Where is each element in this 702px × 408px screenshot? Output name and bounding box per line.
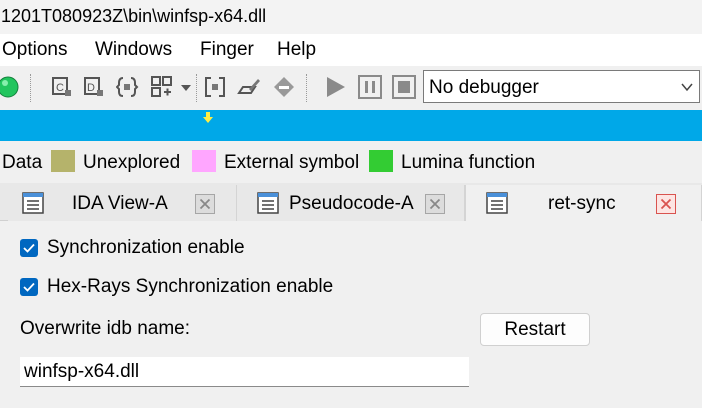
title-bar: 1201T080923Z\bin\winfsp-x64.dll [0,0,702,34]
window-title: 1201T080923Z\bin\winfsp-x64.dll [1,6,267,26]
run-icon[interactable] [323,75,347,99]
menu-help[interactable]: Help [277,39,316,61]
jump-icon[interactable] [272,75,296,99]
toolbar-separator [306,74,308,102]
debugger-select[interactable]: No debugger [423,70,700,103]
close-icon[interactable] [195,194,215,214]
sync-enable-checkbox[interactable] [20,239,38,257]
hexrays-sync-checkbox[interactable] [20,278,38,296]
hexrays-sync-label: Hex-Rays Synchronization enable [47,276,334,297]
listing-window-icon [257,192,279,214]
toolbar-separator [196,74,198,102]
tab-ret-sync[interactable]: ret-sync [465,185,702,221]
code-icon[interactable]: C [50,75,74,99]
data-icon[interactable]: D [82,75,106,99]
legend: Data Unexplored External symbol Lumina f… [0,141,702,183]
debugger-select-value: No debugger [429,77,539,98]
tab-pseudocode-a[interactable]: Pseudocode-A [237,185,465,221]
listing-window-icon [486,192,508,214]
idb-name-input[interactable] [20,357,469,387]
status-light-icon [0,76,19,98]
menu-finger[interactable]: Finger [200,39,254,61]
position-arrow-icon [203,112,213,123]
menu-bar: Options Windows Finger Help [0,34,702,66]
sync-enable-label: Synchronization enable [47,237,245,258]
menu-options[interactable]: Options [2,39,67,61]
tab-strip: IDA View-A Pseudocode-A ret-sync [0,183,702,221]
legend-label-unexplored: Unexplored [83,152,181,173]
undefine-icon[interactable] [203,75,227,99]
chevron-down-icon [681,83,693,92]
overwrite-idb-label: Overwrite idb name: [20,318,191,339]
enum-icon[interactable] [150,75,174,99]
pause-icon[interactable] [358,75,382,99]
menu-windows[interactable]: Windows [95,39,172,61]
rename-icon[interactable] [237,75,261,99]
stop-icon[interactable] [392,75,416,99]
close-icon[interactable] [656,194,676,214]
legend-label-external-symbol: External symbol [224,152,360,173]
legend-swatch-unexplored [51,150,75,172]
toolbar-separator [30,74,32,102]
struct-icon[interactable] [116,75,140,99]
tab-label: IDA View-A [72,193,168,214]
navigation-band[interactable] [0,110,702,141]
tab-label: Pseudocode-A [289,193,414,214]
close-icon[interactable] [425,194,445,214]
restart-button[interactable]: Restart [480,313,590,346]
legend-label-lumina-function: Lumina function [401,152,536,173]
toolbar: C D No debugger [0,66,702,110]
dropdown-arrow-icon[interactable] [178,75,194,99]
ret-sync-panel: Synchronization enable Hex-Rays Synchron… [0,221,702,408]
listing-window-icon [22,192,44,214]
svg-text:C: C [56,82,64,94]
tab-label: ret-sync [548,193,616,214]
tab-ida-view-a[interactable]: IDA View-A [8,185,237,221]
legend-swatch-external-symbol [192,150,216,172]
svg-text:D: D [87,82,95,94]
legend-swatch-lumina-function [369,150,393,172]
legend-label-data: Data [2,152,43,173]
